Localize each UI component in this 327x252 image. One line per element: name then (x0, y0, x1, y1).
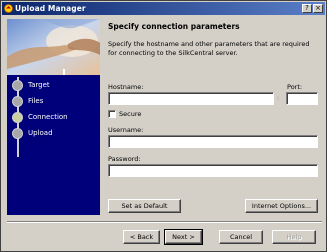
username-label: Username: (108, 126, 144, 134)
step-dot (12, 95, 23, 107)
set-as-default-button[interactable]: Set as Default (108, 199, 181, 213)
upload-manager-window: Upload Manager ? × Target Files Connecti… (0, 0, 327, 252)
step-connection: Connection (12, 111, 68, 123)
hostname-input[interactable] (108, 92, 274, 105)
cancel-button[interactable]: Cancel (219, 230, 263, 244)
app-icon (4, 4, 13, 13)
footer-separator (7, 221, 322, 223)
step-label: Upload (28, 129, 53, 137)
step-dot-active (12, 111, 23, 123)
step-target: Target (12, 79, 50, 91)
title-bar[interactable]: Upload Manager ? × (2, 2, 325, 15)
secure-label[interactable]: Secure (119, 110, 141, 118)
port-label: Port: (287, 83, 303, 91)
banner-image (7, 19, 100, 75)
wizard-sidebar: Target Files Connection Upload (7, 19, 100, 215)
window-title: Upload Manager (15, 4, 86, 13)
help-title-button[interactable]: ? (302, 4, 312, 13)
page-heading: Specify connection parameters (108, 22, 240, 31)
step-dot (12, 79, 23, 91)
step-dot (12, 127, 23, 139)
secure-checkbox[interactable] (108, 110, 116, 118)
password-input[interactable] (108, 164, 318, 177)
internet-options-button[interactable]: Internet Options... (245, 199, 318, 213)
hostname-label: Hostname: (108, 83, 144, 91)
back-button[interactable]: < Back (123, 230, 160, 244)
help-button[interactable]: Help (272, 230, 316, 244)
port-input[interactable] (286, 92, 318, 105)
port-separator: : (277, 94, 280, 102)
step-label: Connection (28, 113, 68, 121)
step-upload: Upload (12, 127, 53, 139)
password-label: Password: (108, 155, 141, 163)
step-label: Target (28, 81, 50, 89)
close-button[interactable]: × (313, 4, 323, 13)
username-input[interactable] (108, 135, 318, 148)
step-label: Files (28, 97, 44, 105)
step-files: Files (12, 95, 43, 107)
next-button[interactable]: Next > (164, 229, 203, 245)
page-description: Specify the hostname and other parameter… (108, 40, 310, 57)
